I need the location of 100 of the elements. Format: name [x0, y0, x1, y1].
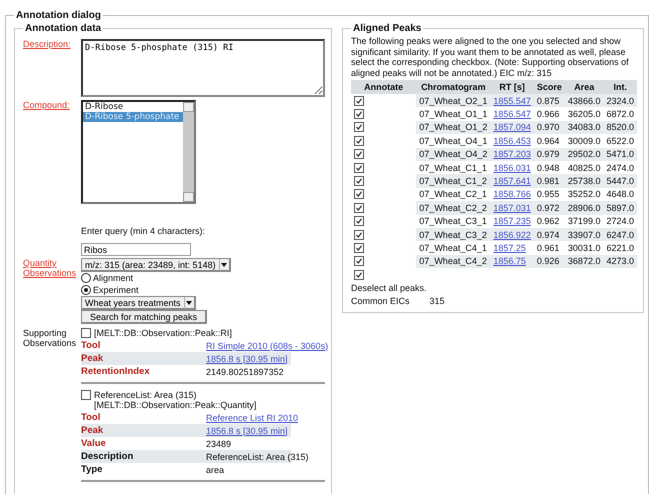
value-link[interactable]: 1856.8 s [30.95 min] — [206, 426, 291, 436]
checkbox[interactable] — [354, 149, 364, 160]
column-header: Area — [564, 80, 604, 94]
table-cell: 2324.0 — [603, 94, 637, 108]
table-cell: 0.979 — [534, 148, 565, 161]
table-cell: 29502.0 — [564, 148, 604, 161]
rt-link[interactable]: 1857.203 — [493, 149, 531, 160]
table-cell-text: 6221.0 — [605, 242, 635, 255]
table-cell: 07_Wheat_C3_1 — [416, 214, 490, 228]
table-cell: 34083.0 — [564, 120, 604, 134]
checkbox[interactable] — [354, 136, 364, 146]
checkbox[interactable] — [81, 328, 91, 338]
table-cell: 07_Wheat_C1_2 — [416, 174, 490, 188]
column-header: Chromatogram — [416, 80, 490, 94]
checkbox[interactable] — [354, 122, 364, 132]
query-field[interactable]: Ribos — [81, 243, 191, 256]
field-key: Description — [81, 451, 206, 462]
checkbox[interactable] — [354, 230, 364, 240]
deselect-link[interactable]: Deselect all peaks. — [351, 283, 637, 294]
table-cell-text: 30031.0 — [566, 242, 602, 255]
supporting-observations-label: Supporting Observations — [23, 328, 78, 348]
column-header: Score — [534, 80, 565, 94]
table-cell: 0.926 — [534, 254, 565, 268]
table-cell: 07_Wheat_C4_2 — [416, 254, 490, 268]
rt-link[interactable]: 1856.453 — [493, 136, 531, 146]
compound-option[interactable]: D-Ribose — [83, 102, 183, 112]
column-header: RT [s] — [490, 80, 534, 94]
checkbox[interactable] — [354, 216, 364, 226]
compound-list[interactable]: D-Ribose D-Ribose 5-phosphate — [81, 100, 196, 204]
value-link[interactable]: Reference List RI 2010 — [206, 412, 298, 422]
dialog-title: Annotation dialog — [15, 10, 102, 21]
rt-link[interactable]: 1857.641 — [493, 176, 531, 186]
table-cell: 5471.0 — [603, 148, 637, 161]
mz-select[interactable]: m/z: 315 (area: 23489, int: 5148) — [81, 258, 231, 272]
table-cell: 6522.0 — [603, 134, 637, 148]
value-link[interactable]: 1856.8 s [30.95 min] — [206, 354, 291, 364]
field-key: Tool — [81, 340, 206, 351]
table-cell: 2474.0 — [603, 160, 637, 174]
column-header: Annotate — [351, 80, 416, 94]
table-cell: 07_Wheat_C2_1 — [416, 188, 490, 202]
experiment-select[interactable]: Wheat years treatments — [81, 296, 196, 310]
table-cell: 0.948 — [534, 160, 565, 174]
checkbox[interactable] — [354, 162, 364, 173]
quantity-observations-label: Quantity Observations — [23, 258, 78, 278]
caret-icon — [221, 262, 228, 266]
table-cell: 07_Wheat_C1_1 — [416, 160, 490, 174]
rt-link[interactable]: 1858.766 — [493, 189, 531, 200]
table-cell: 6872.0 — [603, 107, 637, 121]
compound-label: Compound: — [23, 100, 71, 110]
field-key: Peak — [81, 425, 206, 436]
column-header: Int. — [603, 80, 637, 94]
search-button[interactable]: Search for matching peaks — [81, 310, 208, 324]
description-label: Description: — [23, 39, 72, 49]
aligned-peaks-note: The following peaks were aligned to the one you selected and show significant similarity. If you want them to be annotated as well, please select the corresponding checkbox. (Note: Supporting observations of aligned peaks will not be annotated.) EIC m/z: 315 — [351, 36, 630, 78]
checkbox[interactable] — [354, 256, 364, 266]
rt-link[interactable]: 1857.031 — [493, 202, 531, 213]
table-cell: 0.964 — [534, 134, 565, 148]
description-field[interactable]: D-Ribose 5-phosphate (315) RI — [81, 39, 325, 97]
table-cell: 07_Wheat_O1_1 — [416, 107, 490, 121]
checkbox[interactable] — [354, 202, 364, 213]
rt-link[interactable]: 1855.547 — [493, 96, 531, 106]
table-cell: 40825.0 — [564, 160, 604, 174]
table-cell: 43866.0 — [564, 94, 604, 108]
radio-option[interactable]: Alignment — [81, 272, 325, 284]
radio-option[interactable]: Experiment — [81, 284, 325, 296]
field-key: Type — [81, 464, 206, 475]
table-cell: 4273.0 — [603, 254, 637, 268]
checkbox[interactable] — [354, 96, 364, 106]
rt-link[interactable]: 1856.031 — [493, 162, 531, 173]
select-all-checkbox[interactable] — [354, 270, 364, 280]
table-cell: 2724.0 — [603, 214, 637, 228]
checkbox[interactable] — [81, 390, 91, 400]
checkbox[interactable] — [354, 176, 364, 186]
checkbox[interactable] — [354, 242, 364, 253]
rt-link[interactable]: 1856.547 — [493, 109, 531, 120]
table-cell: 07_Wheat_O1_2 — [416, 120, 490, 134]
table-cell: 0.962 — [534, 214, 565, 228]
table-cell: 0.970 — [534, 120, 565, 134]
field-key: Value — [81, 438, 206, 449]
table-cell: 0.966 — [534, 107, 565, 121]
common-eics-label: Common EICs — [351, 296, 410, 306]
observation-title: ReferenceList: Area (315) [MELT::DB::Observation::Peak::Quantity] — [94, 390, 258, 410]
field-value: area — [206, 464, 226, 474]
checkbox[interactable] — [354, 189, 364, 200]
table-cell: 0.981 — [534, 174, 565, 188]
rt-link[interactable]: 1857.235 — [493, 216, 531, 226]
rt-link[interactable]: 1857.094 — [493, 122, 531, 132]
table-cell: 0.955 — [534, 188, 565, 202]
table-cell: 0.972 — [534, 201, 565, 215]
rt-link[interactable]: 1856.75 — [493, 256, 526, 266]
rt-link[interactable]: 1856.922 — [493, 230, 531, 240]
rt-link[interactable]: 1857.25 — [493, 242, 526, 253]
table-cell-text: 0.961 — [536, 242, 560, 255]
scrollbar[interactable] — [183, 102, 194, 202]
table-cell: 0.875 — [534, 94, 565, 108]
table-cell: 07_Wheat_O4_2 — [416, 148, 490, 161]
checkbox[interactable] — [354, 109, 364, 120]
value-link[interactable]: RI Simple 2010 (608s - 3060s) — [206, 340, 328, 350]
table-cell: 35252.0 — [564, 188, 604, 202]
panel-title: Aligned Peaks — [352, 23, 422, 34]
